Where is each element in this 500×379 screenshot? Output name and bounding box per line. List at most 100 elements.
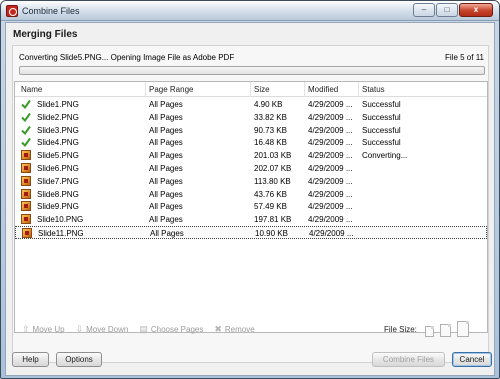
default-file-size-icon[interactable]: [440, 324, 451, 337]
image-file-icon: [21, 175, 31, 186]
cell-size: 201.03 KB: [254, 151, 292, 161]
remove-button[interactable]: ✖ Remove: [214, 324, 254, 335]
check-icon: [21, 125, 31, 135]
image-file-icon: [21, 150, 31, 161]
table-header: Name Page Range Size Modified Status: [15, 82, 487, 97]
cell-size: 57.49 KB: [254, 202, 287, 212]
cell-range: All Pages: [149, 100, 183, 109]
column-header-size[interactable]: Size: [254, 85, 270, 94]
options-button[interactable]: Options: [56, 352, 102, 367]
title-bar[interactable]: Combine Files – □ x: [1, 1, 499, 21]
cell-size: 33.82 KB: [254, 112, 287, 122]
cell-range: All Pages: [149, 151, 183, 161]
table-row[interactable]: Slide5.PNG All Pages 201.03 KB 4/29/2009 ..…: [15, 149, 487, 162]
cell-size: 43.76 KB: [254, 189, 287, 199]
cell-range: All Pages: [149, 176, 183, 186]
arrow-up-icon: ⇧: [22, 324, 30, 334]
table-row[interactable]: Slide9.PNG All Pages 57.49 KB 4/29/2009 ...: [15, 200, 487, 213]
cell-range: All Pages: [149, 202, 183, 212]
cell-size: 10.90 KB: [255, 229, 288, 238]
image-file-icon: [21, 214, 31, 225]
dialog-body: Merging Files Converting Slide5.PNG... O…: [5, 22, 495, 376]
cell-name: Slide9.PNG: [37, 202, 79, 212]
cell-size: 4.90 KB: [254, 100, 283, 109]
cell-status: Successful: [362, 125, 401, 135]
file-size-options: [425, 321, 469, 337]
cell-modified: 4/29/2009 ...: [308, 176, 353, 186]
column-separator[interactable]: [304, 82, 305, 97]
combine-files-button[interactable]: Combine Files: [372, 352, 445, 367]
cell-name: Slide1.PNG: [37, 100, 79, 109]
table-row[interactable]: Slide11.PNG All Pages 10.90 KB 4/29/2009 ..…: [15, 226, 487, 239]
cell-range: All Pages: [149, 112, 183, 122]
maximize-button[interactable]: □: [436, 3, 458, 17]
move-down-label: Move Down: [86, 325, 129, 334]
acrobat-app-icon: [6, 5, 18, 17]
cell-modified: 4/29/2009 ...: [308, 138, 353, 148]
column-header-name[interactable]: Name: [21, 85, 42, 94]
table-row[interactable]: Slide1.PNG All Pages 4.90 KB 4/29/2009 ... S…: [15, 98, 487, 111]
arrow-down-icon: ⇩: [75, 324, 84, 334]
close-button[interactable]: x: [459, 3, 493, 17]
move-down-button[interactable]: ⇩ Move Down: [76, 324, 129, 335]
page-title: Merging Files: [13, 29, 78, 40]
file-counter: File 5 of 11: [445, 53, 484, 62]
column-header-status[interactable]: Status: [362, 85, 385, 94]
cell-name: Slide8.PNG: [37, 189, 79, 199]
cell-modified: 4/29/2009 ...: [308, 112, 353, 122]
column-header-page-range[interactable]: Page Range: [149, 85, 193, 94]
image-file-icon: [21, 163, 31, 173]
cell-status: Successful: [362, 112, 401, 122]
cancel-button[interactable]: Cancel: [452, 352, 492, 367]
column-header-modified[interactable]: Modified: [308, 85, 338, 94]
cell-modified: 4/29/2009 ...: [308, 202, 353, 212]
cell-size: 90.73 KB: [254, 125, 287, 135]
cell-modified: 4/29/2009 ...: [308, 189, 353, 199]
window-title: Combine Files: [22, 6, 80, 16]
small-file-size-icon[interactable]: [425, 326, 434, 337]
table-row[interactable]: Slide10.PNG All Pages 197.81 KB 4/29/2009 .…: [15, 213, 487, 226]
table-row[interactable]: Slide6.PNG All Pages 202.07 KB 4/29/2009 ..…: [15, 162, 487, 175]
table-row[interactable]: Slide4.PNG All Pages 16.48 KB 4/29/2009 ...…: [15, 136, 487, 149]
column-separator[interactable]: [145, 82, 146, 97]
cell-modified: 4/29/2009 ...: [308, 164, 353, 173]
cell-modified: 4/29/2009 ...: [308, 100, 353, 109]
list-action-bar: ⇧ Move Up ⇩ Move Down ▤ Choose Pages ✖ R…: [22, 324, 255, 335]
cell-size: 202.07 KB: [254, 164, 292, 173]
status-message: Converting Slide5.PNG... Opening Image F…: [19, 53, 235, 62]
table-row[interactable]: Slide3.PNG All Pages 90.73 KB 4/29/2009 ...…: [15, 124, 487, 137]
table-row[interactable]: Slide8.PNG All Pages 43.76 KB 4/29/2009 ...: [15, 188, 487, 201]
check-icon: [21, 138, 31, 148]
cell-name: Slide2.PNG: [37, 112, 79, 122]
cell-name: Slide7.PNG: [37, 176, 79, 186]
table-row[interactable]: Slide7.PNG All Pages 113.80 KB 4/29/2009 ..…: [15, 175, 487, 188]
cell-name: Slide11.PNG: [38, 229, 84, 238]
file-size-label: File Size:: [384, 325, 417, 334]
table-row[interactable]: Slide2.PNG All Pages 33.82 KB 4/29/2009 ...…: [15, 111, 487, 124]
cell-range: All Pages: [149, 164, 183, 173]
help-button[interactable]: Help: [12, 352, 49, 367]
window-controls: – □ x: [413, 3, 493, 17]
check-icon: [21, 99, 31, 109]
cell-range: All Pages: [149, 189, 183, 199]
large-file-size-icon[interactable]: [457, 321, 469, 337]
cell-range: All Pages: [150, 229, 184, 238]
cell-status: Successful: [362, 100, 401, 109]
column-separator[interactable]: [358, 82, 359, 97]
cell-range: All Pages: [149, 138, 183, 148]
cell-name: Slide4.PNG: [37, 138, 79, 148]
cell-name: Slide6.PNG: [37, 164, 79, 173]
file-table: Name Page Range Size Modified Status Sli…: [14, 81, 488, 333]
cell-status: Successful: [362, 138, 401, 148]
remove-label: Remove: [224, 325, 255, 334]
cell-status: Converting...: [362, 151, 408, 161]
column-separator[interactable]: [250, 82, 251, 97]
minimize-button[interactable]: –: [413, 3, 435, 17]
pages-icon: ▤: [139, 324, 148, 334]
cell-modified: 4/29/2009 ...: [309, 229, 354, 238]
cell-modified: 4/29/2009 ...: [308, 215, 353, 225]
move-up-button[interactable]: ⇧ Move Up: [22, 324, 65, 335]
cell-size: 113.80 KB: [254, 176, 291, 186]
choose-pages-button[interactable]: ▤ Choose Pages: [139, 324, 203, 335]
cell-modified: 4/29/2009 ...: [308, 125, 353, 135]
